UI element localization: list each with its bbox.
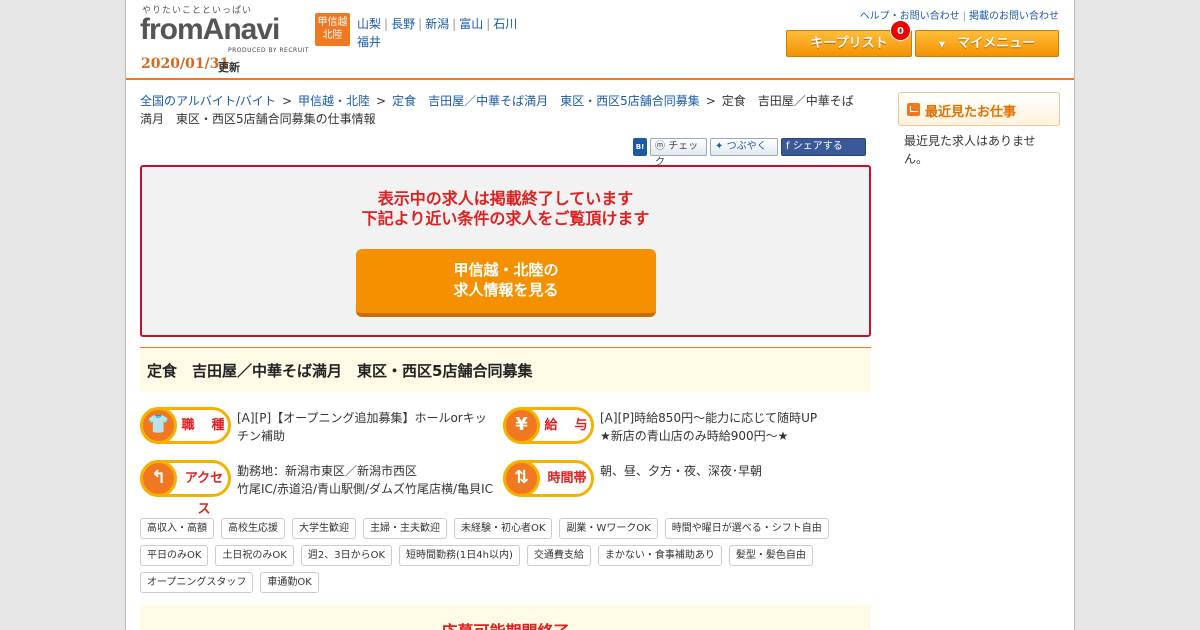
hatena-bookmark-button[interactable]: B! (633, 138, 647, 156)
pay-label: 給 与 (544, 418, 590, 433)
feature-tag: 大学生歓迎 (292, 518, 356, 539)
mymenu-label: マイメニュー (957, 36, 1036, 51)
region-link-niigata[interactable]: 新潟 (425, 17, 449, 31)
route-icon: ↰ (140, 460, 177, 497)
time-label: 時間帯 (547, 471, 587, 486)
region-badge: 甲信越 北陸 (315, 13, 350, 46)
pay-line-2: ★新店の青山店のみ時給900円～★ (600, 429, 789, 443)
update-date: 2020/01/31 (141, 56, 230, 72)
region-badge-line1: 甲信越 (317, 17, 348, 28)
region-badge-line2: 北陸 (322, 30, 343, 41)
listing-ended-message: 表示中の求人は掲載終了しています 下記より近い条件の求人をご覧頂けます (142, 189, 869, 229)
time-text: 朝、昼、夕方・夜、深夜･早朝 (600, 464, 763, 478)
feature-tag: 時間や曜日が選べる・シフト自由 (664, 518, 829, 539)
access-label: アクセス (184, 471, 224, 517)
region-links: 山梨 | 長野 | 新潟 | 富山 | 石川 福井 (357, 17, 518, 49)
facebook-icon: f (786, 141, 790, 152)
view-region-jobs-button[interactable]: 甲信越・北陸の 求人情報を見る (356, 249, 656, 317)
apply-ended-text: 応募可能期間終了 (140, 618, 871, 630)
site-logo[interactable]: fromAnavi (140, 13, 280, 47)
shirt-icon: 👕 (140, 407, 177, 444)
feature-tag: 車通勤OK (260, 572, 319, 593)
feature-tag: まかない・食事補助あり (597, 545, 722, 566)
facebook-share-button[interactable]: f シェアする (781, 138, 866, 156)
feature-tag: 高校生応援 (221, 518, 285, 539)
update-label: 更新 (218, 61, 240, 74)
access-line-1: 勤務地：新潟市東区／新潟市西区 (237, 464, 418, 478)
pay-badge: ¥ 給 与 (503, 407, 594, 444)
mixi-icon: ⓜ (655, 141, 665, 152)
twitter-label: つぶやく (726, 141, 767, 152)
twitter-tweet-button[interactable]: ✦ つぶやく (710, 138, 778, 156)
keeplist-label: キープリスト (810, 36, 888, 51)
yen-icon: ¥ (503, 407, 540, 444)
access-badge: ↰ アクセス (140, 460, 231, 517)
breadcrumb: 全国のアルバイト/バイト > 甲信越・北陸 > 定食 吉田屋／中華そば満月 東区・西区5… (140, 94, 854, 126)
page: やりたいことといっぱい fromAnavi PRODUCED BY RECRUI… (125, 0, 1075, 630)
social-buttons: B! ⓜ チェック ✦ つぶやく f シェアする (633, 138, 866, 168)
breadcrumb-item-national[interactable]: 全国のアルバイト/バイト (140, 94, 276, 108)
feature-tag: オープニングスタッフ (140, 572, 254, 593)
listing-contact-link[interactable]: 掲載のお問い合わせ (969, 11, 1059, 22)
view-region-jobs-line1: 甲信越・北陸の (453, 261, 559, 279)
region-link-nagano[interactable]: 長野 (391, 17, 415, 31)
view-region-jobs-line2: 求人情報を見る (453, 281, 559, 299)
ended-line-2: 下記より近い条件の求人をご覧頂けます (361, 209, 650, 228)
site-header: やりたいことといっぱい fromAnavi PRODUCED BY RECRUI… (126, 0, 1074, 80)
time-badge: ⇅ 時間帯 (503, 460, 594, 497)
mixi-check-button[interactable]: ⓜ チェック (650, 138, 707, 168)
mymenu-button[interactable]: ▼ マイメニュー (915, 30, 1059, 57)
clock-arrows-icon: ⇅ (503, 460, 540, 497)
access-text: 勤務地：新潟市東区／新潟市西区 竹尾IC/赤道沿/青山駅側/ダムズ竹尾店横/亀貝… (237, 462, 497, 498)
region-link-fukui[interactable]: 福井 (357, 35, 381, 49)
keeplist-count-badge: 0 (890, 20, 911, 41)
breadcrumb-item-job[interactable]: 定食 吉田屋／中華そば満月 東区・西区5店舗合同募集 (392, 94, 700, 108)
feature-tag: 交通費支給 (526, 545, 591, 566)
feature-tag: 平日のみOK (140, 545, 209, 566)
help-contact-link[interactable]: ヘルプ・お問い合わせ (860, 11, 960, 22)
feature-tag: 主婦・主夫歓迎 (363, 518, 447, 539)
logo-produced-by: PRODUCED BY RECRUIT (228, 47, 310, 54)
region-link-yamanashi[interactable]: 山梨 (357, 17, 381, 31)
job-title: 定食 吉田屋／中華そば満月 東区・西区5店舗合同募集 (147, 362, 533, 380)
recent-jobs-title: 最近見たお仕事 (925, 105, 1017, 120)
feature-tag: 未経験・初心者OK (454, 518, 553, 539)
feature-tag: 高収入・高額 (140, 518, 214, 539)
job-title-box: 定食 吉田屋／中華そば満月 東区・西区5店舗合同募集 (140, 347, 871, 392)
help-links: ヘルプ・お問い合わせ | 掲載のお問い合わせ (859, 11, 1059, 22)
pay-text: [A][P]時給850円～能力に応じて随時UP ★新店の青山店のみ時給900円～… (600, 409, 870, 445)
region-link-toyama[interactable]: 富山 (459, 17, 483, 31)
apply-ended-box: 応募可能期間終了 (140, 605, 871, 630)
ended-line-1: 表示中の求人は掲載終了しています (377, 189, 634, 208)
twitter-bird-icon: ✦ (715, 141, 724, 152)
feature-tag: 短時間勤務(1日4h以内) (399, 545, 520, 566)
job-type-text: [A][P]【オープニング追加募集】ホールorキッチン補助 (237, 411, 487, 443)
access-line-2: 竹尾IC/赤道沿/青山駅側/ダムズ竹尾店横/亀貝IC (237, 482, 494, 496)
job-type-badge: 👕 職 種 (140, 407, 231, 444)
job-type-label: 職 種 (181, 418, 227, 433)
feature-tag: 土日祝のみOK (215, 545, 294, 566)
recent-jobs-empty: 最近見た求人はありません。 (904, 134, 1036, 166)
feature-tag: 週2、3日からOK (300, 545, 393, 566)
feature-tag: 髪型・髪色自由 (728, 545, 813, 566)
feature-tags: 高収入・高額 高校生応援 大学生歓迎 主婦・主夫歓迎 未経験・初心者OK 副業・WワークO… (140, 518, 880, 593)
breadcrumb-item-region[interactable]: 甲信越・北陸 (298, 94, 370, 108)
check-icon (907, 103, 920, 116)
pay-line-1: [A][P]時給850円～能力に応じて随時UP (600, 411, 818, 425)
recent-jobs-header: 最近見たお仕事 (898, 92, 1060, 126)
facebook-label: シェアする (792, 141, 843, 152)
region-link-ishikawa[interactable]: 石川 (493, 17, 517, 31)
feature-tag: 副業・WワークOK (559, 518, 658, 539)
triangle-down-icon: ▼ (938, 40, 946, 49)
listing-ended-notice: 表示中の求人は掲載終了しています 下記より近い条件の求人をご覧頂けます 甲信越・… (140, 165, 871, 337)
